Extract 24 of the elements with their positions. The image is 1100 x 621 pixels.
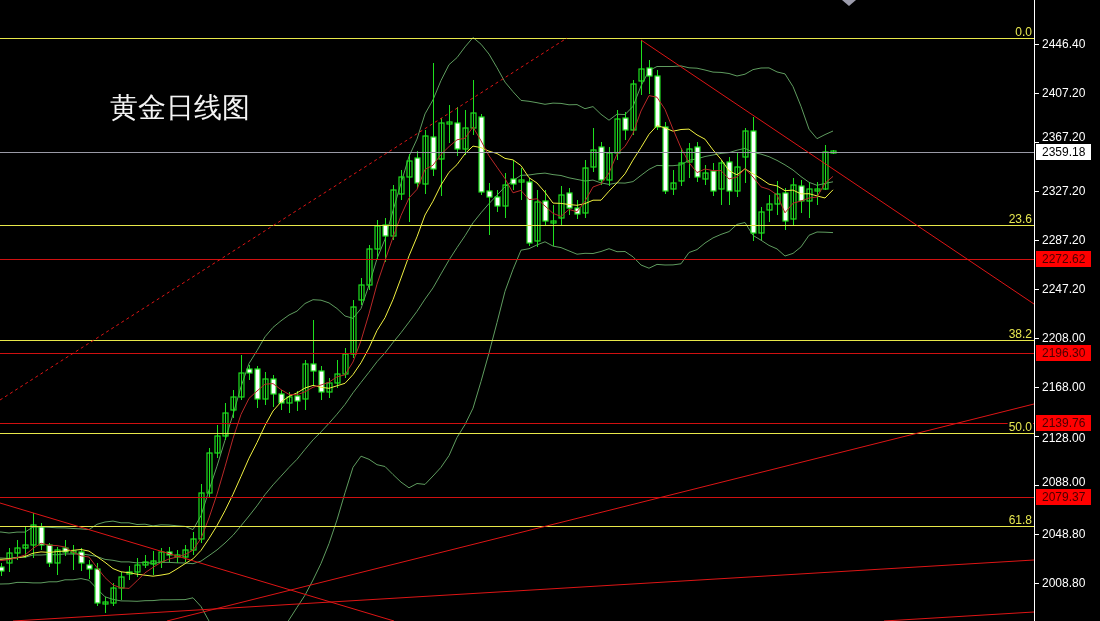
price-axis-label: 2048.80	[1042, 527, 1086, 541]
price-axis-label: 2407.20	[1042, 86, 1086, 100]
price-axis-label: 2008.80	[1042, 576, 1086, 590]
price-axis-label: 2208.00	[1042, 331, 1086, 345]
price-level-label: 2139.76	[1036, 415, 1091, 431]
price-axis-label: 2367.20	[1042, 130, 1086, 144]
fibonacci-level-label: 61.8	[1008, 513, 1032, 527]
price-axis-label: 2446.40	[1042, 37, 1086, 51]
chart-title: 黄金日线图	[110, 91, 250, 125]
price-axis-label: 2247.20	[1042, 282, 1086, 296]
price-level-label: 2079.37	[1036, 489, 1091, 505]
price-level-label: 2272.62	[1036, 251, 1091, 267]
price-axis-label: 2168.00	[1042, 380, 1086, 394]
price-axis-label: 2128.00	[1042, 431, 1086, 445]
triangle-marker-icon[interactable]	[842, 0, 856, 6]
price-level-label: 2196.30	[1036, 345, 1091, 361]
fibonacci-level-label: 38.2	[1008, 327, 1032, 341]
fibonacci-level-label: 23.6	[1008, 212, 1032, 226]
price-axis-label: 2287.20	[1042, 233, 1086, 247]
current-price-label: 2359.18	[1036, 144, 1091, 160]
price-axis-label: 2327.20	[1042, 184, 1086, 198]
fibonacci-level-label: 50.0	[1008, 420, 1032, 434]
price-axis-label: 2088.00	[1042, 475, 1086, 489]
fibonacci-level-label: 0.0	[1015, 25, 1032, 39]
